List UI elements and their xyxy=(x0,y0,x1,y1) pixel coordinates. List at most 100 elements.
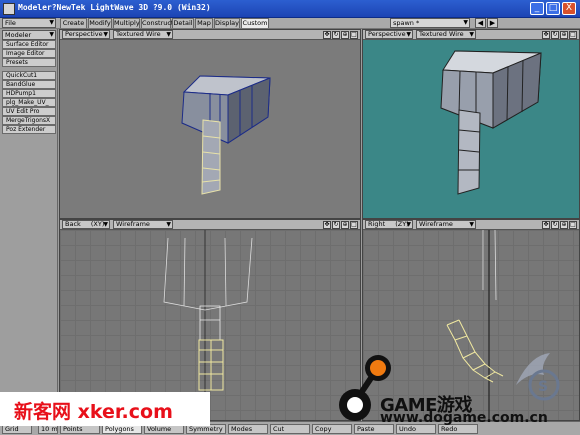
view-type-label: Perspective xyxy=(65,30,103,38)
sidebar-item-uv-edit-pro[interactable]: UV Edit Pro xyxy=(2,107,56,116)
cut-button[interactable]: Cut xyxy=(270,424,310,434)
watermark-url-text: www.dogame.com.cn xyxy=(380,410,548,426)
sidebar-item-presets[interactable]: Presets xyxy=(2,58,56,67)
view-type-select[interactable]: Right (ZY) ▼ xyxy=(365,220,413,229)
viewport-toolbar: Back (XY) ▼ Wireframe ▼ ✥ ↻ ⊕ □ xyxy=(60,220,360,230)
render-mode-select[interactable]: Wireframe ▼ xyxy=(416,220,476,229)
viewport-icons: ✥ ↻ ⊕ □ xyxy=(322,221,358,229)
viewport-top-right[interactable]: Perspective ▼ Textured Wire ▼ ✥ ↻ ⊕ □ xyxy=(362,29,580,219)
move-view-icon[interactable]: ✥ xyxy=(323,31,331,39)
chevron-down-icon: ▼ xyxy=(49,19,54,26)
maximize-view-icon[interactable]: □ xyxy=(350,31,358,39)
svg-text:S: S xyxy=(538,379,548,395)
file-menu-label: File xyxy=(5,19,16,27)
render-mode-select[interactable]: Wireframe ▼ xyxy=(113,220,173,229)
viewport-icons: ✥ ↻ ⊕ □ xyxy=(322,31,358,39)
render-mode-select[interactable]: Textured Wire ▼ xyxy=(113,30,173,39)
render-mode-label: Textured Wire xyxy=(419,30,464,38)
chevron-down-icon: ▼ xyxy=(469,221,474,228)
tab-modify[interactable]: Modify xyxy=(88,18,112,28)
tab-display[interactable]: Display xyxy=(214,18,240,28)
perspective-model xyxy=(181,75,271,195)
sidebar-item-surface-editor[interactable]: Surface Editor xyxy=(2,40,56,49)
view-type-select[interactable]: Perspective ▼ xyxy=(62,30,110,39)
sidebar-item-quickcut[interactable]: QuickCut1 xyxy=(2,71,56,80)
modes-button[interactable]: Modes xyxy=(228,424,268,434)
render-mode-label: Wireframe xyxy=(116,220,150,228)
move-view-icon[interactable]: ✥ xyxy=(542,31,550,39)
maximize-view-icon[interactable]: □ xyxy=(350,221,358,229)
chevron-down-icon: ▼ xyxy=(463,19,468,26)
sidebar-item-image-editor[interactable]: Image Editor xyxy=(2,49,56,58)
rotate-view-icon[interactable]: ↻ xyxy=(551,31,559,39)
watermark-xker: 新客网 xker.com xyxy=(0,392,210,426)
maximize-view-icon[interactable]: □ xyxy=(569,31,577,39)
rotate-view-icon[interactable]: ↻ xyxy=(332,31,340,39)
forward-arrow-icon[interactable]: ▶ xyxy=(487,18,498,28)
window-title: Modeler?NewTek LightWave 3D ?9.0 (Win32) xyxy=(18,3,211,12)
modeler-menu[interactable]: Modeler ▼ xyxy=(2,30,56,40)
zoom-view-icon[interactable]: ⊕ xyxy=(341,221,349,229)
render-mode-label: Textured Wire xyxy=(116,30,161,38)
viewport-canvas[interactable] xyxy=(363,40,579,218)
view-type-label: Right xyxy=(368,220,386,228)
viewport-top-left[interactable]: Perspective ▼ Textured Wire ▼ ✥ ↻ ⊕ □ xyxy=(59,29,361,219)
chevron-down-icon: ▼ xyxy=(103,31,108,38)
watermark-seal-icon: S xyxy=(510,345,576,407)
maximize-button[interactable]: □ xyxy=(546,2,560,15)
object-select-value: spawn * xyxy=(393,19,420,27)
zoom-view-icon[interactable]: ⊕ xyxy=(341,31,349,39)
sidebar-item-make-uv[interactable]: plg_Make_UV_ xyxy=(2,98,56,107)
chevron-down-icon: ▼ xyxy=(469,31,474,38)
top-toolbar: File ▼ Create Modify Multiply Construct Deta… xyxy=(0,18,580,29)
view-axis-label: (XY) xyxy=(90,220,105,228)
sidebar-item-merge-trigons[interactable]: MergeTrigonsX xyxy=(2,116,56,125)
view-type-select[interactable]: Perspective ▼ xyxy=(365,30,413,39)
sidebar: Modeler ▼ Surface Editor Image Editor Pr… xyxy=(0,29,58,422)
move-view-icon[interactable]: ✥ xyxy=(542,221,550,229)
minimize-button[interactable]: _ xyxy=(530,2,544,15)
viewport-icons: ✥ ↻ ⊕ □ xyxy=(541,221,577,229)
chevron-down-icon: ▼ xyxy=(49,31,54,38)
tab-construct[interactable]: Construct xyxy=(141,18,173,28)
file-menu[interactable]: File ▼ xyxy=(2,18,56,28)
sidebar-item-poz-extender[interactable]: Poz Extender xyxy=(2,125,56,134)
watermark-xker-text: 新客网 xker.com xyxy=(14,401,173,423)
view-type-label: Back xyxy=(65,220,81,228)
perspective-model-teal xyxy=(440,50,542,195)
viewport-toolbar: Perspective ▼ Textured Wire ▼ ✥ ↻ ⊕ □ xyxy=(363,30,579,40)
viewport-bottom-left[interactable]: Back (XY) ▼ Wireframe ▼ ✥ ↻ ⊕ □ xyxy=(59,219,361,421)
chevron-down-icon: ▼ xyxy=(103,221,108,228)
tab-multiply[interactable]: Multiply xyxy=(113,18,140,28)
chevron-down-icon: ▼ xyxy=(406,31,411,38)
rotate-view-icon[interactable]: ↻ xyxy=(332,221,340,229)
app-icon xyxy=(3,3,15,15)
chevron-down-icon: ▼ xyxy=(406,221,411,228)
viewport-canvas[interactable] xyxy=(60,40,360,218)
sidebar-item-hdpump[interactable]: HDPump1 xyxy=(2,89,56,98)
tab-custom[interactable]: Custom xyxy=(241,18,269,28)
modeler-menu-label: Modeler xyxy=(5,31,32,39)
zoom-view-icon[interactable]: ⊕ xyxy=(560,31,568,39)
maximize-view-icon[interactable]: □ xyxy=(569,221,577,229)
object-select[interactable]: spawn * ▼ xyxy=(390,18,470,28)
chevron-down-icon: ▼ xyxy=(166,221,171,228)
tab-detail[interactable]: Detail xyxy=(172,18,194,28)
rotate-view-icon[interactable]: ↻ xyxy=(551,221,559,229)
close-button[interactable]: X xyxy=(562,2,576,15)
render-mode-select[interactable]: Textured Wire ▼ xyxy=(416,30,476,39)
viewport-icons: ✥ ↻ ⊕ □ xyxy=(541,31,577,39)
render-mode-label: Wireframe xyxy=(419,220,453,228)
viewport-toolbar: Perspective ▼ Textured Wire ▼ ✥ ↻ ⊕ □ xyxy=(60,30,360,40)
window-titlebar: Modeler?NewTek LightWave 3D ?9.0 (Win32)… xyxy=(0,0,580,18)
move-view-icon[interactable]: ✥ xyxy=(323,221,331,229)
view-type-select[interactable]: Back (XY) ▼ xyxy=(62,220,110,229)
copy-button[interactable]: Copy xyxy=(312,424,352,434)
back-arrow-icon[interactable]: ◀ xyxy=(475,18,486,28)
zoom-view-icon[interactable]: ⊕ xyxy=(560,221,568,229)
tab-map[interactable]: Map xyxy=(195,18,213,28)
tab-create[interactable]: Create xyxy=(60,18,87,28)
chevron-down-icon: ▼ xyxy=(166,31,171,38)
viewport-toolbar: Right (ZY) ▼ Wireframe ▼ ✥ ↻ ⊕ □ xyxy=(363,220,579,230)
sidebar-item-bandglue[interactable]: BandGlue xyxy=(2,80,56,89)
